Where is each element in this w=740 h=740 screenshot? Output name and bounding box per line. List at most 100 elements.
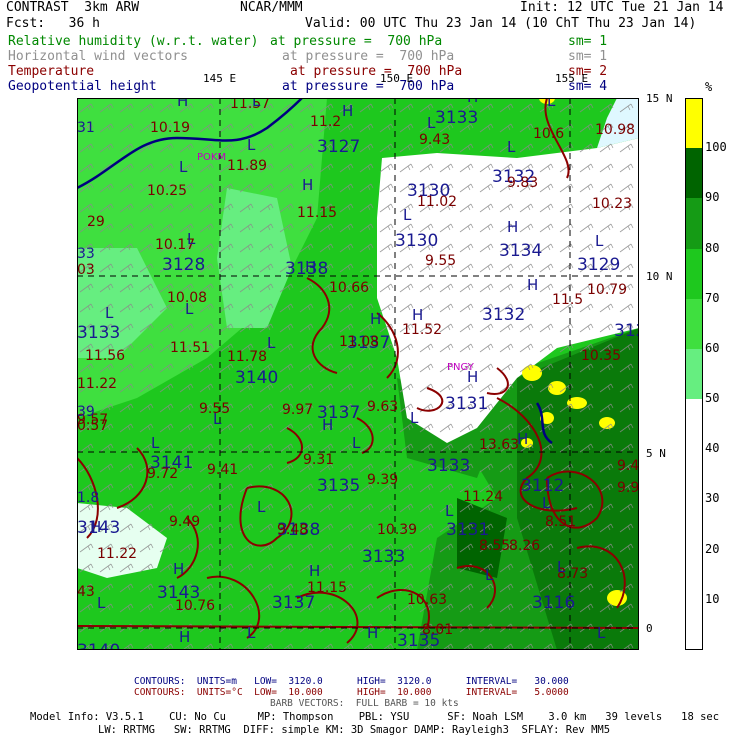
high-marker: H	[342, 102, 353, 120]
high-marker: H	[467, 98, 478, 106]
colorbar-tick: 70	[705, 290, 720, 305]
temperature-label: 11.89	[227, 158, 267, 174]
edge-label: 1.8	[77, 490, 99, 506]
high-marker: H	[179, 628, 190, 646]
temperature-label: 10.76	[175, 598, 215, 614]
low-marker: L	[557, 558, 566, 576]
height-label: 3140	[235, 368, 278, 388]
high-marker: H	[302, 176, 313, 194]
edge-label: 31	[77, 120, 95, 136]
place-label-pokm: POKM	[197, 152, 226, 163]
temperature-label: 11.02	[417, 194, 457, 210]
temperature-label: 11.22	[77, 376, 117, 392]
high-marker: H	[173, 560, 184, 578]
temperature-label: 13.63	[479, 437, 519, 453]
temperature-label: 10.35	[581, 348, 621, 364]
edge-label: 33	[77, 246, 95, 262]
high-marker: H	[322, 416, 333, 434]
low-marker: L	[403, 206, 412, 224]
low-marker: L	[247, 136, 256, 154]
temperature-label: 11.22	[97, 546, 137, 562]
low-marker: L	[97, 594, 106, 612]
temperature-label: 9.72	[147, 466, 178, 482]
high-marker: H	[507, 218, 518, 236]
temperature-label: 10.79	[587, 282, 627, 298]
lon-label: 155 E	[555, 72, 589, 85]
low-marker: L	[213, 410, 222, 428]
field-name-3: Geopotential height	[8, 79, 157, 94]
height-label: 3131	[445, 394, 488, 414]
temperature-label: 9.48	[277, 522, 308, 538]
height-label: 3133	[77, 323, 120, 343]
height-label: 3134	[499, 241, 542, 261]
colorbar-tick: 100	[705, 140, 727, 155]
lat-label: 10 N	[646, 270, 673, 283]
height-label: 3128	[162, 255, 205, 275]
low-marker: L	[597, 624, 606, 642]
institution-label: NCAR/MMM	[240, 0, 303, 15]
height-label: 3132	[482, 305, 525, 325]
high-marker: H	[527, 276, 538, 294]
colorbar-tick: 20	[705, 541, 720, 556]
temperature-label: 11.78	[227, 349, 267, 365]
field-pressure-3: at pressure = 700 hPa	[282, 79, 455, 94]
temperature-label: 8.01	[422, 622, 453, 638]
temperature-label: 10.19	[150, 120, 190, 136]
height-label: 3130	[395, 231, 438, 251]
temperature-label: 10.63	[407, 592, 447, 608]
field-name-0: Relative humidity (w.r.t. water)	[8, 34, 259, 49]
colorbar-tick: 30	[705, 491, 720, 506]
field-pressure-2: at pressure = 700 hPa	[290, 64, 463, 79]
temperature-label: 9.93	[617, 480, 639, 496]
contours-height: CONTOURS: UNITS=m LOW= 3120.0 HIGH= 3120…	[134, 676, 569, 687]
temperature-label: 9.39	[367, 472, 398, 488]
low-marker: L	[547, 98, 556, 110]
low-marker: L	[247, 624, 256, 642]
field-sm-1: sm= 1	[568, 49, 608, 64]
height-label: 3140	[77, 641, 120, 650]
humidity-colorbar	[685, 98, 703, 650]
temperature-label: 9.63	[367, 399, 398, 415]
height-label: 3137	[272, 593, 315, 613]
height-label: 3129	[614, 321, 639, 341]
colorbar-tick: 90	[705, 190, 720, 205]
temperature-label: 9.97	[282, 402, 313, 418]
edge-label: 43	[77, 584, 95, 600]
height-label: 3127	[317, 137, 360, 157]
height-label: 3129	[577, 255, 620, 275]
height-label: 3133	[427, 456, 470, 476]
high-marker: H	[305, 258, 316, 276]
high-marker: H	[367, 624, 378, 642]
temperature-label: 11.08	[339, 334, 379, 350]
height-label: 3131	[446, 520, 489, 540]
temperature-label: 8.51	[545, 514, 576, 530]
high-marker: H	[370, 310, 381, 328]
colorbar-tick: 50	[705, 391, 720, 406]
colorbar-tick: 80	[705, 240, 720, 255]
field-name-2: Temperature	[8, 64, 95, 79]
low-marker: L	[410, 409, 419, 427]
high-marker: H	[309, 562, 320, 580]
low-marker: L	[427, 114, 436, 132]
colorbar-unit: %	[705, 80, 713, 94]
temperature-label: 9.55	[425, 253, 456, 269]
colorbar-tick: 40	[705, 441, 720, 456]
low-marker: L	[257, 498, 266, 516]
temperature-label: 8.55	[479, 538, 510, 554]
temperature-label: 11.57	[230, 98, 270, 112]
temperature-label: 8.26	[509, 538, 540, 554]
height-label: 3116	[532, 593, 575, 613]
temperature-label: 10.98	[595, 122, 635, 138]
temperature-label: 11.15	[307, 580, 347, 596]
lat-label: 5 N	[646, 447, 666, 460]
model-info-line2: LW: RRTMG SW: RRTMG DIFF: simple KM: 3D …	[98, 724, 611, 736]
temperature-label: 10.25	[147, 183, 187, 199]
colorbar-tick: 60	[705, 340, 720, 355]
low-marker: L	[105, 304, 114, 322]
lat-label: 0	[646, 622, 653, 635]
high-marker: H	[517, 430, 528, 448]
low-marker: L	[267, 334, 276, 352]
temperature-label: 11.2	[310, 114, 341, 130]
height-label: 3135	[317, 476, 360, 496]
low-marker: L	[485, 566, 494, 584]
